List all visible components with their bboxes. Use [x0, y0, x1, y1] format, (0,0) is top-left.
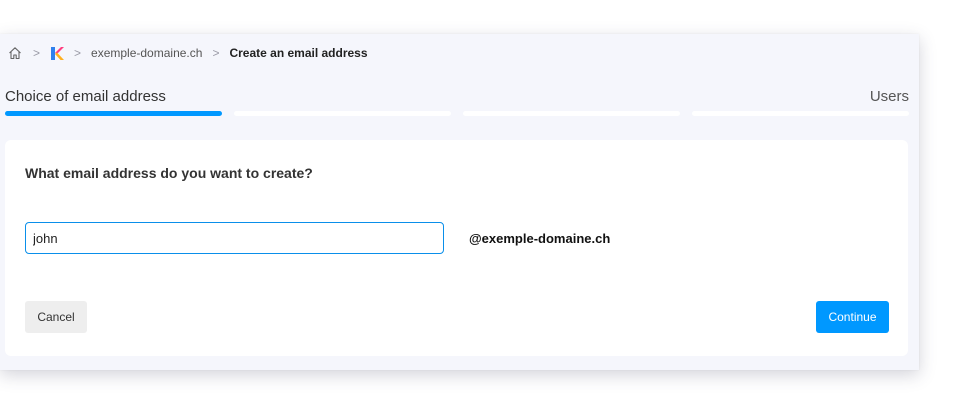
- email-creation-window: > > exemple-domaine.ch > Create an email…: [0, 34, 919, 370]
- breadcrumb-current: Create an email address: [229, 46, 368, 60]
- form-question: What email address do you want to create…: [25, 165, 313, 181]
- chevron-right-icon: >: [33, 46, 41, 60]
- chevron-right-icon: >: [74, 46, 82, 60]
- email-username-input[interactable]: [25, 222, 444, 254]
- form-card: What email address do you want to create…: [5, 140, 908, 356]
- step-progress-bar: [5, 111, 909, 116]
- step-segment-3: [463, 111, 680, 116]
- breadcrumb: > > exemple-domaine.ch > Create an email…: [7, 44, 368, 62]
- brand-logo-icon[interactable]: [50, 46, 64, 60]
- current-step-title: Choice of email address: [5, 88, 166, 105]
- step-segment-2: [234, 111, 451, 116]
- breadcrumb-domain-link[interactable]: exemple-domaine.ch: [91, 46, 202, 60]
- step-segment-1: [5, 111, 222, 116]
- cancel-button[interactable]: Cancel: [25, 301, 87, 333]
- last-step-title: Users: [869, 88, 909, 105]
- home-icon[interactable]: [7, 45, 23, 61]
- chevron-right-icon: >: [212, 46, 220, 60]
- email-domain-suffix: @exemple-domaine.ch: [469, 231, 611, 246]
- step-segment-4: [692, 111, 909, 116]
- continue-button[interactable]: Continue: [816, 301, 889, 333]
